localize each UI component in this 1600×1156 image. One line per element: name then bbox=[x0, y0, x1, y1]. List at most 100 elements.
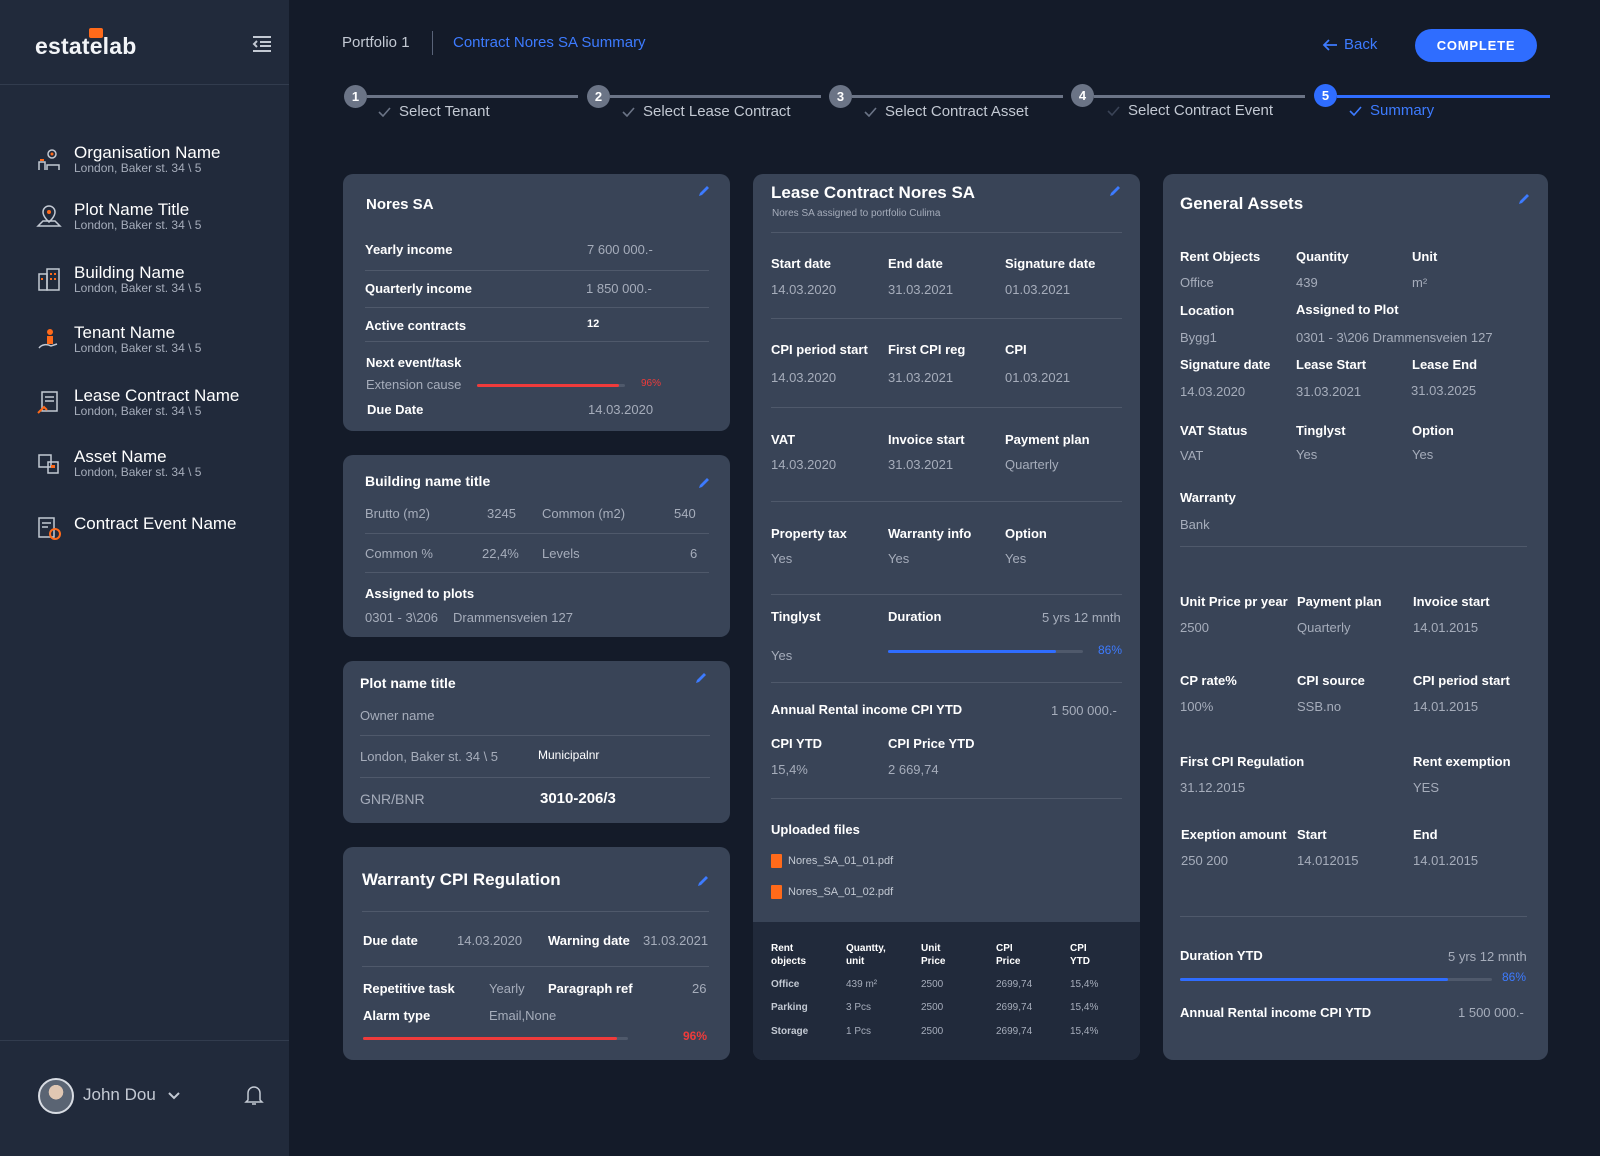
header-line: Price bbox=[996, 956, 1021, 967]
edit-icon[interactable] bbox=[697, 184, 711, 198]
field-label: Warranty bbox=[1180, 490, 1236, 505]
divider bbox=[360, 777, 710, 778]
check-icon bbox=[1349, 105, 1362, 116]
file-link[interactable]: Nores_SA_01_02.pdf bbox=[771, 885, 893, 899]
collapse-menu-icon[interactable] bbox=[251, 33, 273, 55]
sidebar-item-tenant[interactable]: Tenant Name London, Baker st. 34 \ 5 bbox=[36, 324, 201, 355]
field-value: 439 bbox=[1296, 275, 1318, 290]
row-value: 7 600 000.- bbox=[587, 242, 653, 257]
sidebar-item-title: Organisation Name bbox=[74, 143, 221, 162]
sidebar-item-sub: London, Baker st. 34 \ 5 bbox=[74, 465, 202, 479]
pdf-file-icon bbox=[771, 885, 782, 899]
table-header: CPI YTD bbox=[1070, 942, 1090, 968]
chevron-down-icon[interactable] bbox=[167, 1088, 181, 1102]
edit-icon[interactable] bbox=[1517, 192, 1531, 206]
sidebar-item-sub: London, Baker st. 34 \ 5 bbox=[74, 218, 202, 232]
sidebar-item-lease-contract[interactable]: Lease Contract Name London, Baker st. 34 … bbox=[36, 387, 239, 418]
back-button[interactable]: Back bbox=[1322, 36, 1377, 53]
bell-icon[interactable] bbox=[244, 1084, 264, 1106]
field-label: Exeption amount bbox=[1181, 827, 1287, 842]
breadcrumb-divider bbox=[432, 31, 433, 55]
tinglyst-label: Tinglyst bbox=[771, 609, 821, 624]
step-label-2[interactable]: Select Lease Contract bbox=[622, 103, 791, 120]
assigned-label: Assigned to plots bbox=[365, 586, 475, 601]
step-label-text: Select Contract Asset bbox=[885, 103, 1029, 120]
field-label: Rent exemption bbox=[1413, 754, 1511, 769]
step-label-5[interactable]: Summary bbox=[1349, 102, 1434, 119]
table-cell: 2500 bbox=[921, 1026, 944, 1037]
extension-label: Extension cause bbox=[366, 377, 462, 392]
row-label: Active contracts bbox=[365, 318, 467, 333]
sidebar-item-plot[interactable]: Plot Name Title London, Baker st. 34 \ 5 bbox=[36, 201, 201, 232]
divider bbox=[771, 318, 1122, 319]
card-title: Plot name title bbox=[360, 675, 456, 691]
breadcrumb-portfolio[interactable]: Portfolio 1 bbox=[342, 34, 410, 51]
field-value: SSB.no bbox=[1297, 699, 1342, 714]
cpi-ytd-value: 15,4% bbox=[771, 762, 808, 777]
step-label-text: Summary bbox=[1370, 102, 1435, 119]
step-label-text: Select Tenant bbox=[399, 103, 490, 120]
step-5[interactable]: 5 bbox=[1314, 84, 1337, 107]
sidebar-item-asset[interactable]: Asset Name London, Baker st. 34 \ 5 bbox=[36, 448, 201, 479]
complete-button[interactable]: COMPLETE bbox=[1415, 29, 1537, 62]
field-label: Start bbox=[1297, 827, 1327, 842]
breadcrumb-current[interactable]: Contract Nores SA Summary bbox=[453, 34, 646, 51]
field-value: VAT bbox=[1180, 448, 1204, 463]
table-cell: 439 m² bbox=[846, 979, 878, 990]
divider bbox=[771, 501, 1122, 502]
logo-chat-icon bbox=[89, 28, 103, 38]
avatar[interactable] bbox=[38, 1078, 74, 1114]
field-label: End bbox=[1413, 827, 1438, 842]
table-cell: 15,4% bbox=[1070, 979, 1099, 990]
field-label: Assigned to Plot bbox=[1296, 302, 1399, 317]
field-value: 2500 bbox=[1180, 620, 1209, 635]
edit-icon[interactable] bbox=[694, 671, 708, 685]
common-value: 540 bbox=[674, 506, 696, 521]
edit-icon[interactable] bbox=[1108, 184, 1122, 198]
step-label-4[interactable]: Select Contract Event bbox=[1107, 102, 1273, 119]
duration-progress-fill bbox=[888, 650, 1056, 653]
step-2[interactable]: 2 bbox=[587, 85, 610, 108]
step-label-1[interactable]: Select Tenant bbox=[378, 103, 490, 120]
due-label: Due date bbox=[363, 933, 418, 948]
step-1[interactable]: 1 bbox=[344, 85, 367, 108]
sidebar-item-organisation[interactable]: Organisation Name London, Baker st. 34 \ … bbox=[36, 144, 220, 175]
organisation-icon bbox=[38, 149, 60, 170]
user-name[interactable]: John Dou bbox=[83, 1085, 156, 1105]
table-header: CPI Price bbox=[996, 942, 1020, 968]
sidebar-item-title: Asset Name bbox=[74, 447, 167, 466]
card-title: Warranty CPI Regulation bbox=[362, 870, 561, 889]
annual-label: Annual Rental income CPI YTD bbox=[771, 702, 963, 717]
divider bbox=[365, 533, 709, 534]
field-value: YES bbox=[1413, 780, 1440, 795]
header-line: Unit bbox=[921, 943, 941, 954]
plot-code: 0301 - 3\206 bbox=[365, 610, 439, 625]
file-link[interactable]: Nores_SA_01_01.pdf bbox=[771, 854, 893, 868]
field-value: Bank bbox=[1180, 517, 1210, 532]
app-logo[interactable]: estatelab bbox=[35, 33, 137, 60]
field-value: 14.03.2020 bbox=[771, 370, 837, 385]
edit-icon[interactable] bbox=[696, 874, 710, 888]
sidebar-item-sub: London, Baker st. 34 \ 5 bbox=[74, 161, 202, 175]
tenant-card: Nores SA Yearly income 7 600 000.- Quart… bbox=[343, 174, 730, 431]
field-value: 14.01.2015 bbox=[1413, 699, 1479, 714]
duration-progress-fill bbox=[1180, 978, 1449, 981]
step-label-3[interactable]: Select Contract Asset bbox=[864, 103, 1028, 120]
divider bbox=[771, 682, 1122, 683]
check-icon bbox=[1107, 105, 1120, 116]
step-connector bbox=[852, 95, 1063, 98]
step-3[interactable]: 3 bbox=[829, 85, 852, 108]
sidebar-item-building[interactable]: Building Name London, Baker st. 34 \ 5 bbox=[36, 264, 201, 295]
brutto-value: 3245 bbox=[487, 506, 516, 521]
levels-label: Levels bbox=[542, 546, 580, 561]
divider bbox=[362, 911, 709, 912]
step-connector bbox=[367, 95, 578, 98]
field-value: Yes bbox=[1296, 447, 1318, 462]
field-value: 31.03.2021 bbox=[1296, 384, 1362, 399]
edit-icon[interactable] bbox=[697, 476, 711, 490]
sidebar-item-contract-event[interactable]: Contract Event Name bbox=[36, 513, 237, 541]
paragraph-value: 26 bbox=[692, 981, 707, 996]
step-4[interactable]: 4 bbox=[1071, 84, 1094, 107]
field-label: Start date bbox=[771, 256, 831, 271]
repetitive-label: Repetitive task bbox=[363, 981, 455, 996]
